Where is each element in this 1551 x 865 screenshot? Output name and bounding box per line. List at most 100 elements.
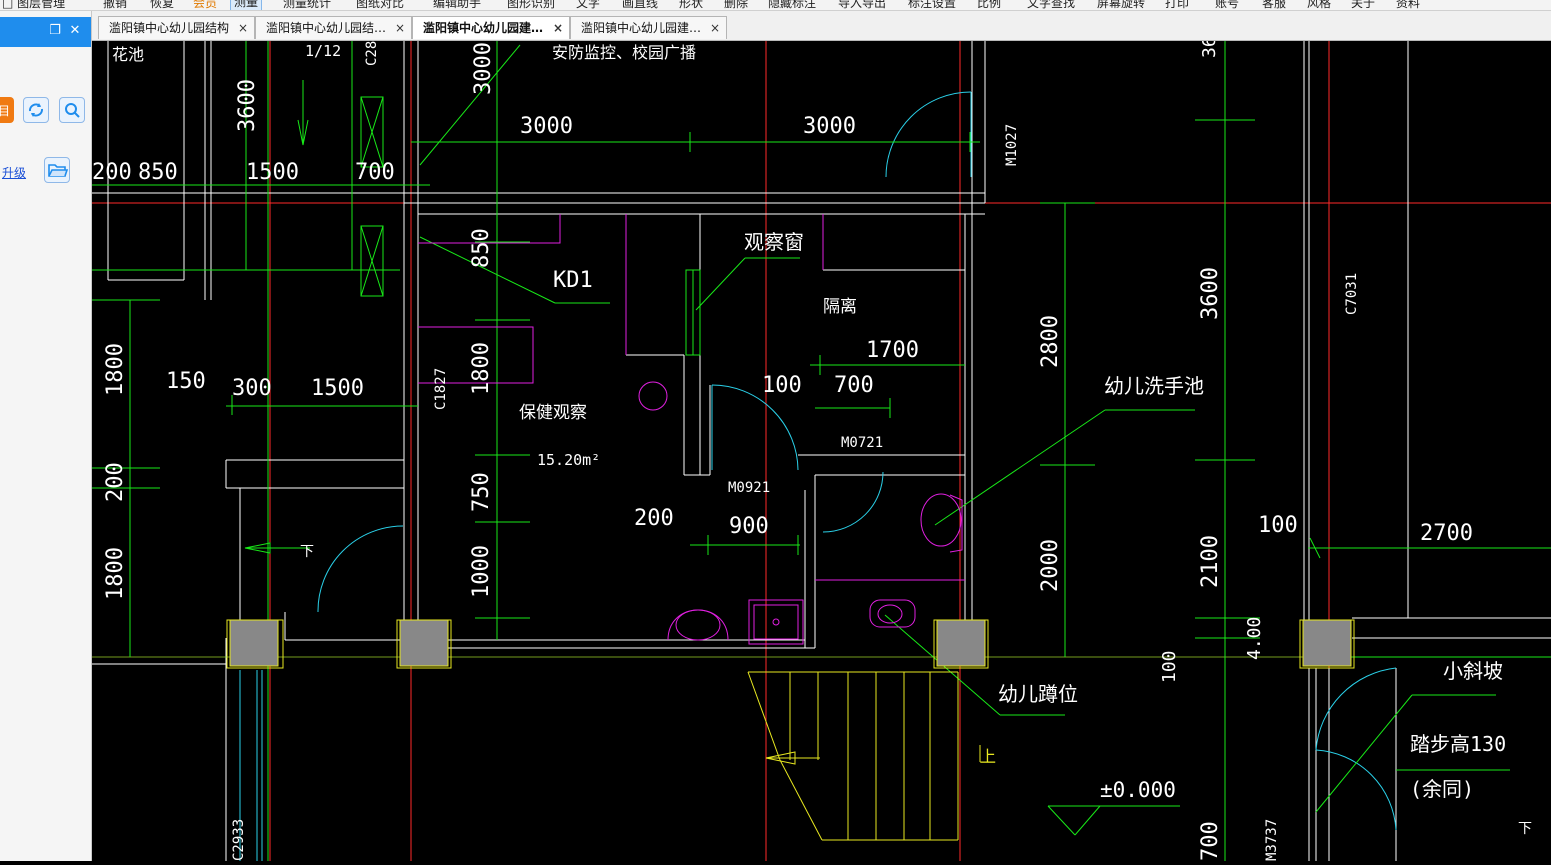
observe-window-label: 观察窗 — [744, 230, 804, 254]
dim-text: 3600 — [1199, 41, 1220, 58]
menu-item-hide-annot[interactable]: 隐藏标注 — [768, 0, 816, 10]
stairs-and-windows — [226, 619, 1355, 841]
menu-item-undo[interactable]: 撤销 — [103, 0, 127, 10]
restore-window-icon[interactable]: ❐ — [48, 24, 62, 38]
tab-label: 滥阳镇中心幼儿园结构 — [109, 21, 230, 35]
kd1-label: KD1 — [553, 268, 593, 293]
area-label: 15.20m² — [537, 451, 600, 469]
menu-item-find-text[interactable]: 文字查找 — [1027, 0, 1075, 10]
upgrade-link[interactable]: 升级 — [2, 164, 26, 181]
menu-item-recognize[interactable]: 图形识别 — [507, 0, 555, 10]
sync-button[interactable] — [23, 97, 49, 123]
dim-text: 1800 — [103, 547, 128, 600]
dim-text: 1500 — [311, 376, 364, 401]
tab-close-icon[interactable]: × — [710, 17, 720, 39]
left-panel: ❐ ✕ 目 升级 — [0, 11, 92, 861]
stair-up-label: 上 — [980, 747, 996, 766]
tab-close-icon[interactable]: × — [395, 17, 405, 39]
down-label-2: 下 — [1518, 821, 1532, 837]
floor-plan-drawing: 花池 安防监控、校园广播 1/12 KD1 观察窗 隔离 保健观察 15.20m… — [92, 15, 1551, 861]
tag-c28: C28 — [364, 41, 380, 66]
menu-item-redo[interactable]: 恢复 — [150, 0, 174, 10]
tab-document-4[interactable]: 滥阳镇中心幼儿园建… × — [570, 16, 727, 39]
menu-item-compare[interactable]: 图纸对比 — [356, 0, 404, 10]
menu-item-measure[interactable]: 测量 — [230, 0, 263, 10]
menu-item-edit-helper[interactable]: 编辑助手 — [433, 0, 481, 10]
dim-text: 1500 — [246, 160, 299, 185]
dim-text: 2000 — [1038, 539, 1063, 592]
menu-item-text[interactable]: 文字 — [576, 0, 600, 10]
dim-text: 2800 — [1038, 315, 1063, 368]
security-label: 安防监控、校园广播 — [552, 43, 696, 62]
document-tab-bar: 滥阳镇中心幼儿园结构 × 滥阳镇中心幼儿园结… × 滥阳镇中心幼儿园建… × 滥… — [92, 11, 1551, 41]
walls — [92, 41, 1551, 861]
catalog-button-label: 目 — [0, 104, 10, 118]
dim-text: 150 — [166, 369, 206, 394]
dim-text: 4.00 — [1244, 617, 1265, 660]
search-button[interactable] — [59, 97, 85, 123]
tag-m0721: M0721 — [841, 435, 883, 451]
tag-c7031: C7031 — [1344, 273, 1360, 315]
fixtures — [418, 214, 965, 645]
menu-item-about[interactable]: 关于 — [1351, 0, 1375, 10]
dim-text: 1800 — [103, 343, 128, 396]
search-icon — [65, 103, 80, 118]
dim-text: 200 — [103, 462, 128, 502]
menu-item-import-export[interactable]: 导入导出 — [838, 0, 886, 10]
dim-text: 1800 — [469, 342, 494, 395]
menu-item-scale[interactable]: 比例 — [977, 0, 1001, 10]
tab-label: 滥阳镇中心幼儿园建… — [423, 21, 544, 35]
dim-text: 700 — [834, 373, 874, 398]
menu-item-rotate[interactable]: 屏幕旋转 — [1097, 0, 1145, 10]
tag-c2933: C2933 — [231, 819, 247, 861]
menu-item-service[interactable]: 客服 — [1262, 0, 1286, 10]
menu-item-account[interactable]: 账号 — [1215, 0, 1239, 10]
menu-item-annot-settings[interactable]: 标注设置 — [908, 0, 956, 10]
menu-item-resources[interactable]: 资料 — [1396, 0, 1420, 10]
open-folder-button[interactable] — [44, 157, 70, 183]
dim-text: 2100 — [1198, 535, 1223, 588]
dim-text: 300 — [232, 376, 272, 401]
squat-label: 幼儿蹲位 — [998, 682, 1078, 706]
dim-text: 850 — [138, 160, 178, 185]
tag-m3737: M3737 — [1264, 819, 1280, 861]
menu-item-shape[interactable]: 形状 — [679, 0, 703, 10]
dim-text: 1000 — [469, 545, 494, 598]
isolation-label: 隔离 — [823, 297, 857, 317]
menu-item-measure-stats[interactable]: 测量统计 — [283, 0, 331, 10]
drawing-canvas[interactable]: 花池 安防监控、校园广播 1/12 KD1 观察窗 隔离 保健观察 15.20m… — [92, 15, 1551, 861]
dim-text: 100 — [1159, 650, 1180, 683]
menu-item-delete[interactable]: 删除 — [724, 0, 748, 10]
tab-document-2[interactable]: 滥阳镇中心幼儿园结… × — [255, 16, 412, 39]
catalog-button[interactable]: 目 — [0, 97, 14, 123]
tab-document-1[interactable]: 滥阳镇中心幼儿园结构 × — [98, 16, 255, 39]
dim-text: 900 — [729, 514, 769, 539]
handwash-label: 幼儿洗手池 — [1104, 374, 1204, 398]
elevation-label: ±0.000 — [1100, 778, 1176, 802]
down-label-1: 下 — [300, 544, 314, 560]
close-icon[interactable]: ✕ — [68, 24, 82, 38]
menu-item-line[interactable]: 画直线 — [622, 0, 658, 10]
dim-text: 2700 — [1420, 521, 1473, 546]
menu-item-style[interactable]: 风格 — [1307, 0, 1331, 10]
dim-text: 3000 — [520, 114, 573, 139]
sync-icon — [29, 103, 43, 117]
menu-item-layer-mgmt[interactable]: □ 图层管理 — [2, 0, 66, 10]
dim-text: 3600 — [1198, 267, 1223, 320]
step-height-label: 踏步高130 — [1410, 732, 1506, 756]
menu-label: 图层管理 — [17, 0, 66, 10]
tab-label: 滥阳镇中心幼儿园结… — [266, 21, 387, 35]
columns — [229, 619, 1352, 667]
tab-close-icon[interactable]: × — [238, 17, 248, 39]
dim-text: 3000 — [803, 114, 856, 139]
menu-item-print[interactable]: 打印 — [1165, 0, 1189, 10]
axis-lines — [92, 41, 1551, 861]
annotation-labels: 花池 安防监控、校园广播 1/12 KD1 观察窗 隔离 保健观察 15.20m… — [112, 42, 1532, 837]
dim-text: 700 — [1198, 821, 1223, 861]
dim-text: 200 — [634, 506, 674, 531]
tab-close-icon[interactable]: × — [553, 17, 563, 39]
dim-text: 750 — [469, 472, 494, 512]
menu-item-member[interactable]: 会员 — [193, 0, 217, 10]
dim-text: 700 — [355, 160, 395, 185]
tab-document-3[interactable]: 滥阳镇中心幼儿园建… × — [412, 16, 570, 39]
